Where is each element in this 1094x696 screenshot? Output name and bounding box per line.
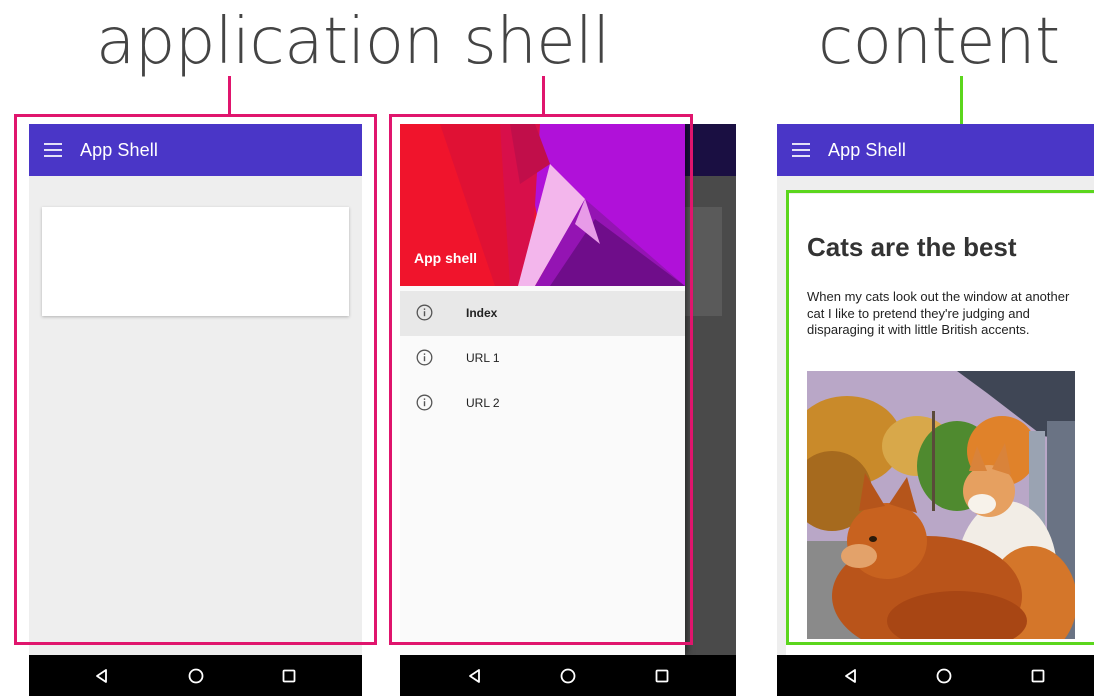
back-icon[interactable]: [842, 667, 860, 685]
shell-nav-bar: [29, 655, 362, 696]
home-icon[interactable]: [559, 667, 577, 685]
content-app-bar-title: App Shell: [828, 140, 906, 160]
application-shell-label: application shell: [96, 5, 610, 79]
content-app-bar: App Shell: [777, 124, 1094, 176]
content-nav-bar: [777, 655, 1094, 696]
drawer-nav-bar: [400, 655, 736, 696]
shell-pointer-right: [542, 76, 545, 116]
recents-icon[interactable]: [280, 667, 298, 685]
recents-icon[interactable]: [1029, 667, 1047, 685]
home-icon[interactable]: [187, 667, 205, 685]
shell-pointer-left: [228, 76, 231, 116]
back-icon[interactable]: [466, 667, 484, 685]
shell-outline-box-1: [14, 114, 377, 645]
content-label: content: [818, 5, 1060, 79]
back-icon[interactable]: [93, 667, 111, 685]
recents-icon[interactable]: [653, 667, 671, 685]
home-icon[interactable]: [935, 667, 953, 685]
content-outline-box: [786, 190, 1094, 645]
shell-outline-box-2: [389, 114, 693, 645]
hamburger-menu-icon[interactable]: [792, 143, 810, 157]
diagram-stage: application shell content App Shell App …: [0, 0, 1094, 696]
